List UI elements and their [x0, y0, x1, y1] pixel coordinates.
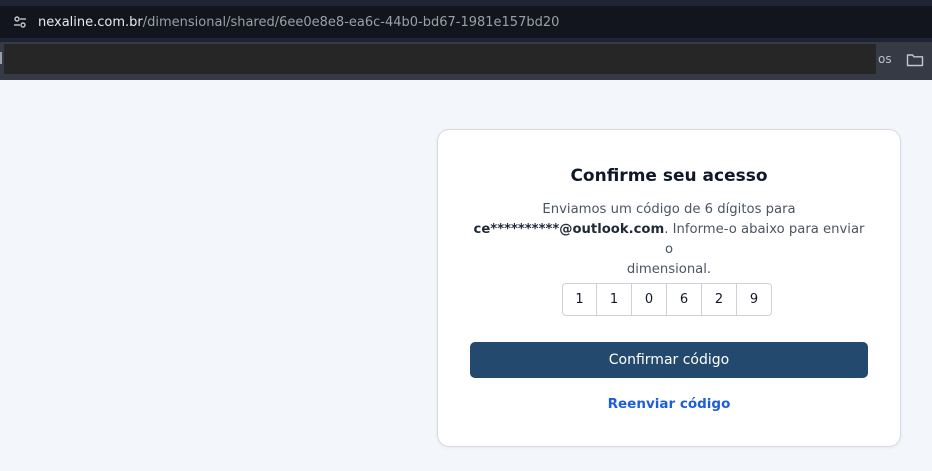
address-row: nexaline.com.br/dimensional/shared/6ee0e…: [0, 0, 932, 42]
tune-icon[interactable]: [10, 12, 30, 32]
code-input-group: 1 1 0 6 2 9: [562, 283, 772, 317]
url-domain: nexaline.com.br: [38, 14, 143, 30]
code-digit-4[interactable]: 6: [667, 283, 702, 316]
bookmark-trailing-text[interactable]: os: [878, 52, 892, 66]
url-text[interactable]: nexaline.com.br/dimensional/shared/6ee0e…: [38, 15, 559, 30]
resend-code-link[interactable]: Reenviar código: [438, 396, 900, 412]
masked-email: ce**********@outlook.com: [473, 222, 665, 237]
desc-line3: dimensional.: [626, 262, 712, 277]
code-digit-2[interactable]: 1: [597, 283, 632, 316]
code-digit-5[interactable]: 2: [702, 283, 737, 316]
folder-icon[interactable]: [906, 52, 924, 68]
code-digit-3[interactable]: 0: [632, 283, 667, 316]
card-description: Enviamos um código de 6 dígitos para ce*…: [468, 200, 870, 280]
verification-card: Confirme seu acesso Enviamos um código d…: [437, 129, 901, 447]
redacted-bookmarks: [4, 44, 876, 74]
card-title: Confirme seu acesso: [570, 166, 768, 186]
bookmark-edge-mark: [0, 52, 2, 64]
code-digit-6[interactable]: 9: [737, 283, 772, 316]
desc-line2: . Informe-o abaixo para enviar o: [664, 222, 865, 257]
code-digit-1[interactable]: 1: [562, 283, 597, 316]
confirm-code-button[interactable]: Confirmar código: [470, 342, 868, 378]
desc-line1: Enviamos um código de 6 dígitos para: [542, 202, 796, 217]
address-bar[interactable]: nexaline.com.br/dimensional/shared/6ee0e…: [0, 6, 932, 38]
url-path: /dimensional/shared/6ee0e8e8-ea6c-44b0-b…: [142, 14, 560, 30]
